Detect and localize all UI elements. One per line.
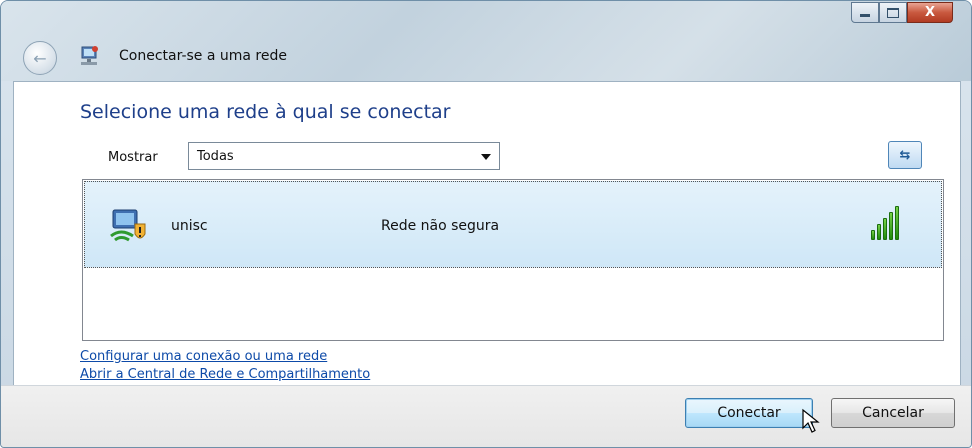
signal-bar (883, 218, 887, 240)
filter-label: Mostrar (108, 150, 158, 165)
window-controls: X (851, 2, 953, 23)
minimize-button[interactable] (851, 2, 879, 23)
dialog-footer: Conectar Cancelar (1, 385, 971, 447)
close-button[interactable]: X (907, 2, 953, 23)
close-icon: X (924, 5, 936, 20)
network-list-item[interactable]: unisc Rede não segura (84, 181, 942, 268)
signal-bar (877, 224, 881, 240)
back-arrow-icon: ← (33, 48, 47, 68)
unsecured-wireless-network-icon (110, 209, 146, 242)
network-name: unisc (171, 218, 208, 234)
minimize-icon (860, 14, 870, 17)
dialog-window: X ← Conectar-se a uma rede Selecione uma… (0, 0, 972, 448)
filter-dropdown[interactable]: Todas (188, 142, 500, 170)
links-area: Configurar uma conexão ou uma rede Abrir… (80, 348, 370, 384)
network-connect-icon (81, 46, 98, 65)
refresh-icon: ⇆ (899, 147, 911, 163)
cancel-button[interactable]: Cancelar (831, 398, 955, 428)
page-heading: Selecione uma rede à qual se conectar (80, 101, 451, 123)
maximize-icon (887, 7, 899, 18)
filter-dropdown-value: Todas (197, 149, 234, 164)
main-content: Selecione uma rede à qual se conectar Mo… (13, 81, 961, 386)
network-list[interactable]: unisc Rede não segura (82, 179, 944, 341)
refresh-button[interactable]: ⇆ (888, 141, 922, 169)
signal-bar (871, 230, 875, 240)
back-button[interactable]: ← (23, 41, 57, 75)
chevron-down-icon (481, 154, 491, 160)
signal-bar (895, 206, 899, 240)
setup-connection-link[interactable]: Configurar uma conexão ou uma rede (80, 348, 370, 366)
mouse-cursor-icon (802, 408, 820, 433)
signal-bar (889, 212, 893, 240)
signal-strength-icon (871, 206, 899, 240)
maximize-button[interactable] (879, 2, 907, 23)
network-center-link[interactable]: Abrir a Central de Rede e Compartilhamen… (80, 366, 370, 384)
network-security-status: Rede não segura (381, 218, 500, 234)
connect-button[interactable]: Conectar (685, 398, 813, 428)
window-title: Conectar-se a uma rede (119, 48, 287, 64)
title-bar: X ← Conectar-se a uma rede (1, 1, 971, 81)
